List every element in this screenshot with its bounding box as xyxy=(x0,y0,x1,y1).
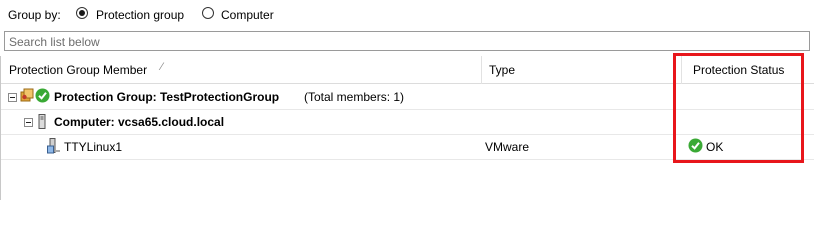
column-divider[interactable] xyxy=(481,56,482,84)
server-icon xyxy=(38,114,46,133)
vm-name: TTYLinux1 xyxy=(64,140,123,154)
vm-type: VMware xyxy=(485,140,530,154)
collapse-computer-icon[interactable] xyxy=(24,118,33,127)
radio-computer-label[interactable]: Computer xyxy=(221,8,274,22)
group-by-bar: Group by: Protection group Computer xyxy=(0,0,814,28)
protection-group-icon xyxy=(20,88,36,107)
group-name: Protection Group: TestProtectionGroup xyxy=(54,90,280,104)
computer-name: Computer: vcsa65.cloud.local xyxy=(54,115,225,129)
column-header-member[interactable]: Protection Group Member xyxy=(9,63,147,77)
group-by-label: Group by: xyxy=(8,8,61,22)
radio-protection-group[interactable] xyxy=(76,7,88,19)
search-placeholder: Search list below xyxy=(9,35,100,49)
sort-indicator-icon: ⁄ xyxy=(161,61,163,73)
radio-computer[interactable] xyxy=(202,7,214,19)
group-member-count: (Total members: 1) xyxy=(304,90,405,104)
radio-protection-group-label[interactable]: Protection group xyxy=(96,8,184,22)
search-input[interactable]: Search list below xyxy=(4,31,810,51)
ok-check-icon xyxy=(35,88,50,106)
column-header-type[interactable]: Type xyxy=(489,63,515,77)
vm-icon xyxy=(47,138,61,157)
collapse-group-icon[interactable] xyxy=(8,93,17,102)
status-highlight-box xyxy=(673,53,804,163)
